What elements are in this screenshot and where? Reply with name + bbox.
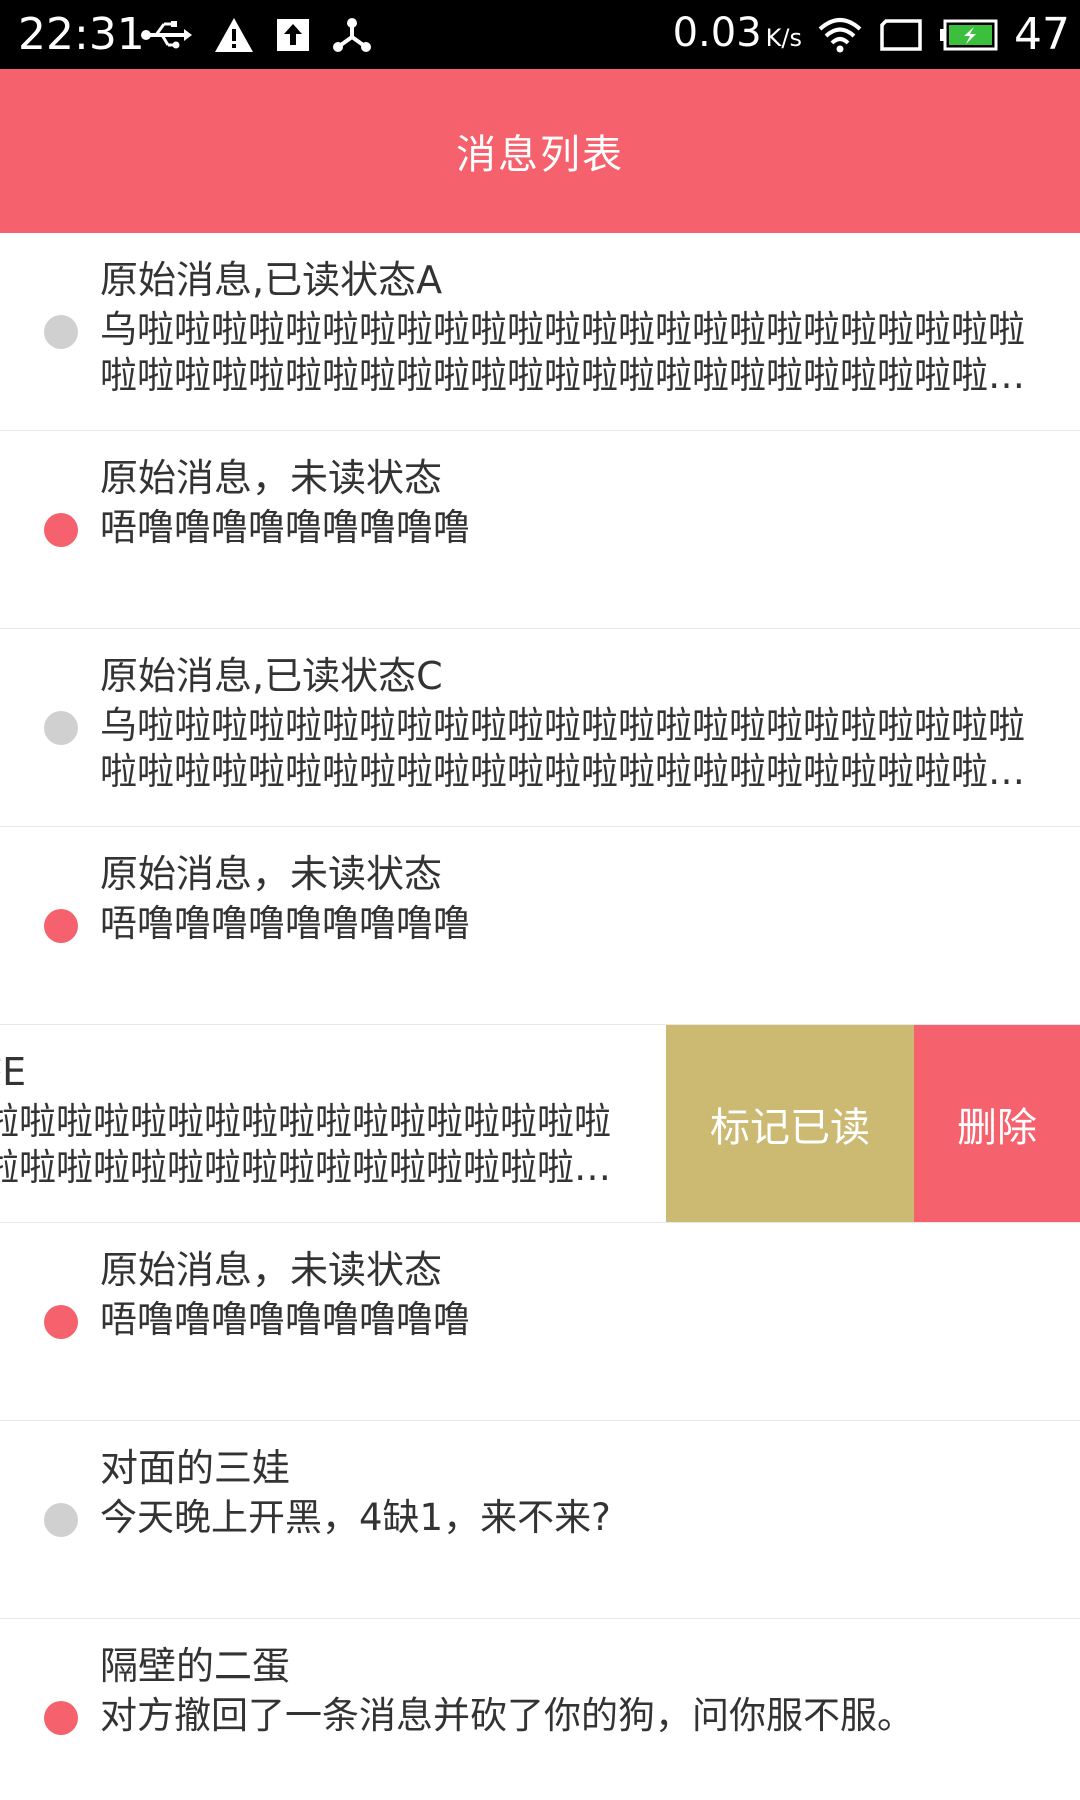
warning-icon: [214, 17, 254, 53]
usb-icon: [140, 18, 192, 52]
read-status-dot: [44, 711, 78, 745]
status-bar: 22:31 0.03 K/s 47: [0, 0, 1080, 69]
message-item-swiped[interactable]: 原始消息,已读状态E 乌啦啦啦啦啦啦啦啦啦啦啦啦啦啦啦啦啦啦啦啦啦啦啦啦啦啦啦啦…: [0, 1025, 1080, 1223]
status-left-icons: [140, 12, 372, 58]
title-bar: 消息列表: [0, 69, 1080, 233]
page-title: 消息列表: [456, 132, 624, 178]
message-title: 原始消息,已读状态A: [100, 258, 443, 302]
message-item-content[interactable]: 原始消息，未读状态 唔噜噜噜噜噜噜噜噜噜: [0, 1223, 1080, 1420]
delete-button[interactable]: 删除: [914, 1025, 1080, 1222]
mark-read-button[interactable]: 标记已读: [666, 1025, 914, 1222]
message-item-content[interactable]: 对面的三娃 今天晚上开黑，4缺1，来不来?: [0, 1421, 1080, 1618]
message-item-content[interactable]: 原始消息,已读状态E 乌啦啦啦啦啦啦啦啦啦啦啦啦啦啦啦啦啦啦啦啦啦啦啦啦啦啦啦啦…: [0, 1025, 666, 1222]
message-title: 原始消息,已读状态E: [0, 1050, 27, 1094]
share-icon: [332, 17, 372, 53]
message-body: 乌啦啦啦啦啦啦啦啦啦啦啦啦啦啦啦啦啦啦啦啦啦啦啦啦啦啦啦啦啦啦啦啦啦啦啦啦啦啦啦…: [0, 1100, 611, 1189]
message-item[interactable]: 对面的三娃 今天晚上开黑，4缺1，来不来?: [0, 1421, 1080, 1619]
net-speed-value: 0.03: [672, 9, 762, 56]
message-item[interactable]: 原始消息,已读状态A 乌啦啦啦啦啦啦啦啦啦啦啦啦啦啦啦啦啦啦啦啦啦啦啦啦啦啦啦啦…: [0, 233, 1080, 431]
wifi-icon: [818, 17, 862, 53]
message-body: 唔噜噜噜噜噜噜噜噜噜: [100, 506, 470, 549]
battery-icon: [940, 19, 998, 51]
message-title: 原始消息，未读状态: [100, 852, 443, 896]
message-item-content[interactable]: 隔壁的二蛋 对方撤回了一条消息并砍了你的狗，问你服不服。: [0, 1619, 1080, 1800]
upload-icon: [276, 18, 310, 52]
message-item[interactable]: 原始消息，未读状态 唔噜噜噜噜噜噜噜噜噜: [0, 827, 1080, 1025]
battery-level: 47: [1014, 9, 1070, 60]
message-body: 唔噜噜噜噜噜噜噜噜噜: [100, 1298, 470, 1341]
swipe-actions: 标记已读 删除: [666, 1025, 1080, 1222]
message-title: 原始消息,已读状态C: [100, 654, 443, 698]
message-title: 原始消息，未读状态: [100, 1248, 443, 1292]
status-time: 22:31: [18, 9, 145, 60]
screen: 22:31 0.03 K/s 47 消息列表 原始消息,已读状态A 乌啦啦啦啦啦…: [0, 0, 1080, 1800]
unread-status-dot: [44, 1305, 78, 1339]
read-status-dot: [44, 315, 78, 349]
message-title: 隔壁的二蛋: [100, 1644, 291, 1688]
message-item-content[interactable]: 原始消息,已读状态C 乌啦啦啦啦啦啦啦啦啦啦啦啦啦啦啦啦啦啦啦啦啦啦啦啦啦啦啦啦…: [0, 629, 1080, 826]
message-item-content[interactable]: 原始消息,已读状态A 乌啦啦啦啦啦啦啦啦啦啦啦啦啦啦啦啦啦啦啦啦啦啦啦啦啦啦啦啦…: [0, 233, 1080, 430]
message-item-content[interactable]: 原始消息，未读状态 唔噜噜噜噜噜噜噜噜噜: [0, 431, 1080, 628]
status-right-icons: 0.03 K/s 47: [673, 10, 1070, 60]
net-speed-unit: K/s: [765, 23, 802, 52]
net-speed: 0.03 K/s: [673, 8, 802, 63]
message-item[interactable]: 隔壁的二蛋 对方撤回了一条消息并砍了你的狗，问你服不服。: [0, 1619, 1080, 1800]
message-body: 唔噜噜噜噜噜噜噜噜噜: [100, 902, 470, 945]
message-item[interactable]: 原始消息，未读状态 唔噜噜噜噜噜噜噜噜噜: [0, 431, 1080, 629]
message-title: 对面的三娃: [100, 1446, 291, 1490]
message-item[interactable]: 原始消息,已读状态C 乌啦啦啦啦啦啦啦啦啦啦啦啦啦啦啦啦啦啦啦啦啦啦啦啦啦啦啦啦…: [0, 629, 1080, 827]
screen-rotate-icon: [878, 18, 924, 52]
message-item-content[interactable]: 原始消息，未读状态 唔噜噜噜噜噜噜噜噜噜: [0, 827, 1080, 1024]
unread-status-dot: [44, 909, 78, 943]
message-list[interactable]: 原始消息,已读状态A 乌啦啦啦啦啦啦啦啦啦啦啦啦啦啦啦啦啦啦啦啦啦啦啦啦啦啦啦啦…: [0, 233, 1080, 1800]
message-body: 乌啦啦啦啦啦啦啦啦啦啦啦啦啦啦啦啦啦啦啦啦啦啦啦啦啦啦啦啦啦啦啦啦啦啦啦啦啦啦啦…: [100, 704, 1025, 793]
read-status-dot: [44, 1503, 78, 1537]
message-title: 原始消息，未读状态: [100, 456, 443, 500]
message-body: 今天晚上开黑，4缺1，来不来?: [100, 1496, 611, 1539]
message-item[interactable]: 原始消息，未读状态 唔噜噜噜噜噜噜噜噜噜: [0, 1223, 1080, 1421]
message-body: 乌啦啦啦啦啦啦啦啦啦啦啦啦啦啦啦啦啦啦啦啦啦啦啦啦啦啦啦啦啦啦啦啦啦啦啦啦啦啦啦…: [100, 308, 1025, 397]
unread-status-dot: [44, 1701, 78, 1735]
unread-status-dot: [44, 513, 78, 547]
message-body: 对方撤回了一条消息并砍了你的狗，问你服不服。: [100, 1694, 914, 1737]
